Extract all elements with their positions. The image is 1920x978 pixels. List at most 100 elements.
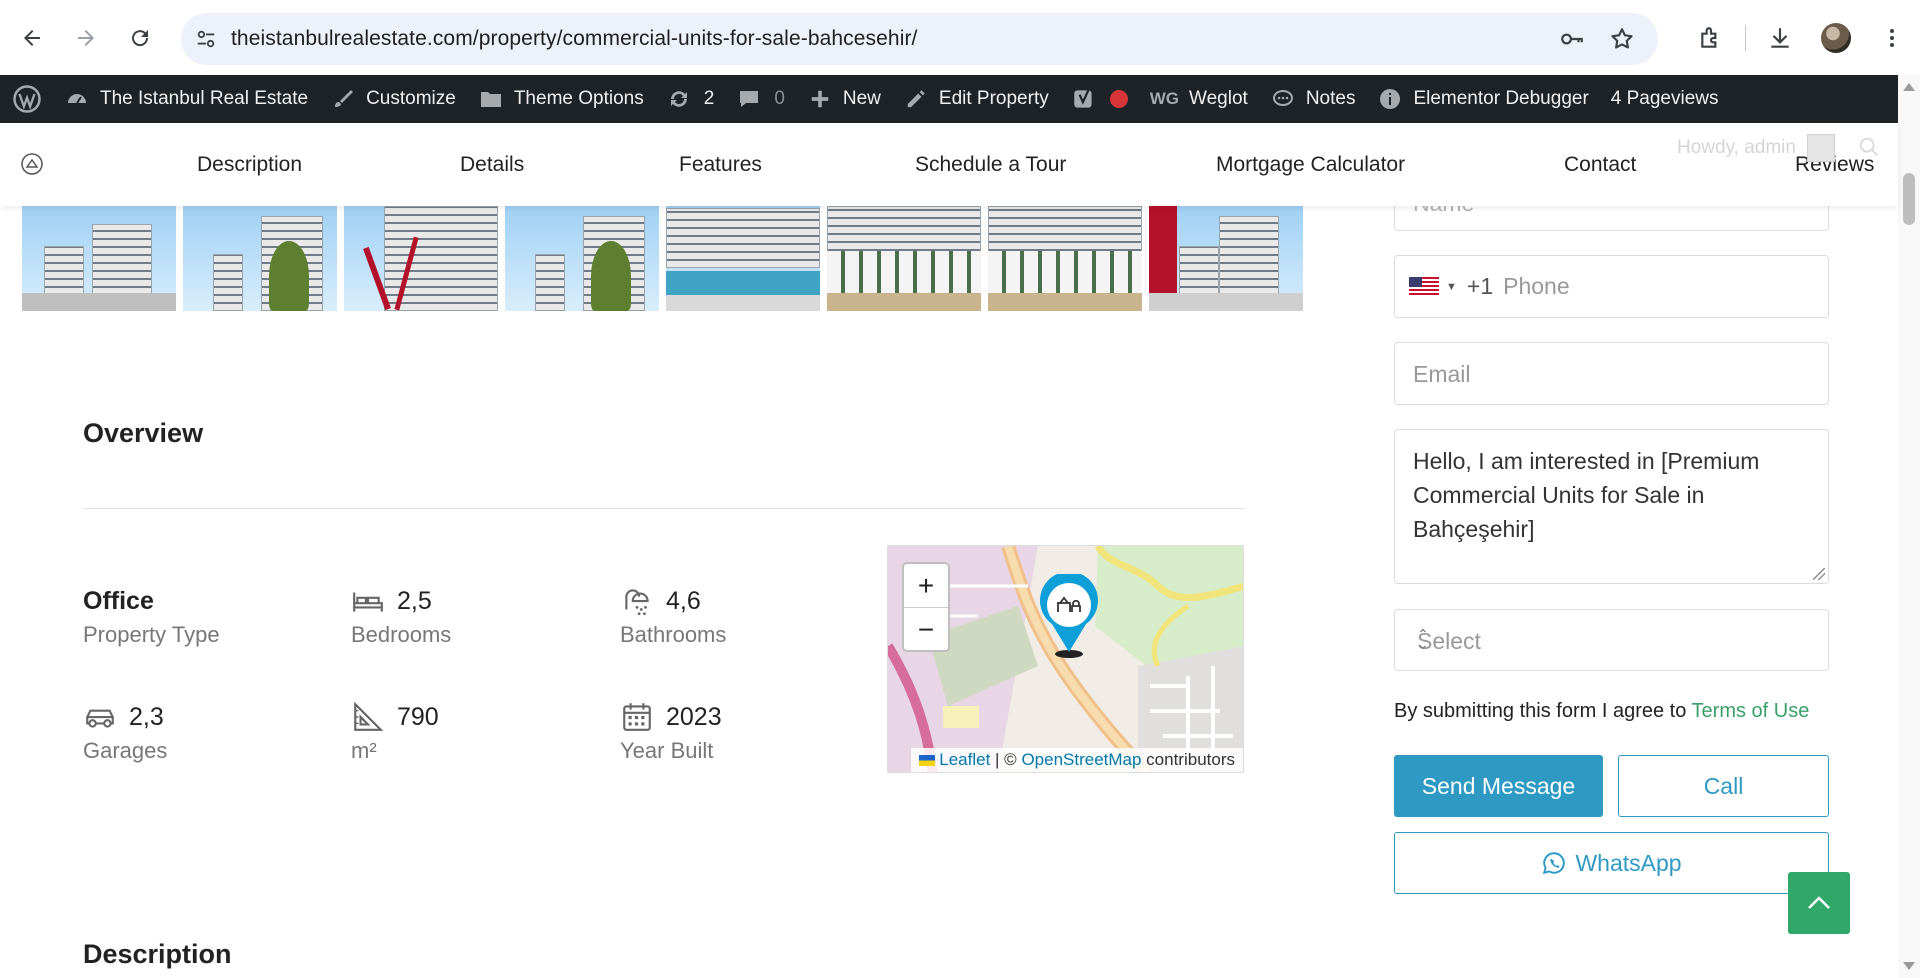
updates-link[interactable]: 2 bbox=[655, 75, 726, 123]
property-map[interactable]: + − Leaflet | © OpenStreetMap contributo… bbox=[887, 545, 1244, 773]
nav-mortgage-calculator[interactable]: Mortgage Calculator bbox=[1216, 153, 1405, 177]
chat-bubble-icon bbox=[1270, 86, 1296, 112]
area-value: 790 bbox=[397, 702, 439, 731]
customize-link[interactable]: Customize bbox=[319, 75, 467, 123]
comments-link[interactable]: 0 bbox=[725, 75, 796, 123]
photo-gallery bbox=[22, 206, 1303, 311]
terms-text: By submitting this form I agree to bbox=[1394, 700, 1692, 722]
elementor-debugger-label: Elementor Debugger bbox=[1413, 88, 1589, 109]
gallery-thumb[interactable] bbox=[827, 206, 981, 311]
pageviews-label: 4 Pageviews bbox=[1610, 88, 1719, 109]
bedrooms-value: 2,5 bbox=[397, 586, 432, 615]
updates-count: 2 bbox=[703, 88, 715, 109]
wp-admin-bar: The Istanbul Real Estate Customize Theme… bbox=[0, 75, 1920, 123]
profile-avatar[interactable] bbox=[1816, 18, 1856, 58]
whatsapp-label: WhatsApp bbox=[1575, 849, 1682, 876]
overview-heading: Overview bbox=[83, 418, 204, 448]
paintbrush-icon bbox=[330, 86, 356, 112]
forward-icon[interactable] bbox=[68, 20, 104, 56]
car-icon bbox=[86, 709, 114, 728]
nav-details[interactable]: Details bbox=[460, 153, 524, 177]
site-name-link[interactable]: The Istanbul Real Estate bbox=[53, 75, 319, 123]
seo-status-dot[interactable] bbox=[1108, 75, 1139, 123]
back-icon[interactable] bbox=[14, 20, 50, 56]
bookmark-star-icon[interactable] bbox=[1608, 25, 1636, 53]
message-textarea[interactable]: Hello, I am interested in [Premium Comme… bbox=[1394, 429, 1829, 584]
address-bar[interactable]: theistanbulrealestate.com/property/comme… bbox=[181, 13, 1658, 65]
email-field[interactable]: Email bbox=[1394, 342, 1829, 405]
menu-dots-icon[interactable] bbox=[1872, 18, 1912, 58]
wordpress-logo-icon[interactable] bbox=[0, 75, 53, 123]
country-caret-icon[interactable]: ▼ bbox=[1446, 281, 1457, 293]
terms-of-use-link[interactable]: Terms of Use bbox=[1692, 700, 1810, 722]
new-content-link[interactable]: New bbox=[796, 75, 892, 123]
scroll-down-arrow-icon[interactable] bbox=[1903, 962, 1915, 970]
pageviews-link[interactable]: 4 Pageviews bbox=[1600, 75, 1730, 123]
nav-description[interactable]: Description bbox=[197, 153, 302, 177]
comment-bubble-icon bbox=[736, 86, 762, 112]
scrollbar-thumb[interactable] bbox=[1903, 173, 1915, 225]
bathrooms-label: Bathrooms bbox=[620, 622, 727, 647]
page-scrollbar[interactable] bbox=[1898, 75, 1920, 978]
elementor-debugger-link[interactable]: Elementor Debugger bbox=[1366, 75, 1599, 123]
weglot-label: Weglot bbox=[1189, 88, 1248, 109]
phone-field[interactable]: ▼ +1 Phone bbox=[1394, 255, 1829, 318]
admin-avatar[interactable] bbox=[1807, 134, 1835, 162]
bathrooms-value: 4,6 bbox=[666, 586, 701, 615]
select-updown-icon: ⌃ ⌄ bbox=[1417, 626, 1429, 652]
us-flag-icon[interactable] bbox=[1409, 277, 1439, 296]
site-settings-icon[interactable] bbox=[181, 13, 231, 65]
yoast-seo-icon[interactable] bbox=[1060, 75, 1108, 123]
theme-options-label: Theme Options bbox=[513, 88, 644, 109]
phone-placeholder: Phone bbox=[1503, 273, 1570, 299]
property-type-value: Office bbox=[83, 586, 154, 615]
download-icon[interactable] bbox=[1760, 18, 1800, 58]
folder-icon bbox=[478, 86, 504, 112]
resize-grip-icon[interactable] bbox=[1813, 568, 1825, 580]
gallery-thumb[interactable] bbox=[1149, 206, 1303, 311]
extensions-icon[interactable] bbox=[1691, 18, 1731, 58]
search-icon[interactable] bbox=[1858, 136, 1880, 163]
password-key-icon[interactable] bbox=[1558, 25, 1586, 53]
call-button[interactable]: Call bbox=[1618, 755, 1829, 817]
inquiry-type-select[interactable]: Select ⌃ ⌄ bbox=[1394, 609, 1829, 671]
customize-label: Customize bbox=[366, 88, 456, 109]
email-placeholder: Email bbox=[1413, 361, 1471, 387]
scroll-up-arrow-icon[interactable] bbox=[1903, 83, 1915, 91]
zoom-in-button[interactable]: + bbox=[904, 564, 948, 608]
toolbar-divider bbox=[1745, 25, 1746, 51]
gallery-thumb[interactable] bbox=[22, 206, 176, 311]
feature-property-type: Office Property Type bbox=[83, 584, 220, 648]
notes-link[interactable]: Notes bbox=[1259, 75, 1367, 123]
gallery-thumb[interactable] bbox=[505, 206, 659, 311]
dashboard-gauge-icon bbox=[64, 86, 90, 112]
openstreetmap-link[interactable]: OpenStreetMap bbox=[1021, 750, 1141, 769]
attribution-separator: | © bbox=[990, 750, 1022, 769]
weglot-link[interactable]: WG Weglot bbox=[1139, 75, 1259, 123]
whatsapp-button[interactable]: WhatsApp bbox=[1394, 832, 1829, 894]
howdy-admin[interactable]: Howdy, admin bbox=[1677, 137, 1796, 159]
gallery-thumb[interactable] bbox=[666, 206, 820, 311]
property-type-label: Property Type bbox=[83, 622, 220, 647]
gallery-thumb[interactable] bbox=[344, 206, 498, 311]
send-message-button[interactable]: Send Message bbox=[1394, 755, 1603, 817]
pencil-icon bbox=[903, 86, 929, 112]
edit-property-link[interactable]: Edit Property bbox=[892, 75, 1060, 123]
area-unit-label: m² bbox=[351, 738, 377, 763]
zoom-out-button[interactable]: − bbox=[904, 608, 948, 652]
nav-features[interactable]: Features bbox=[679, 153, 762, 177]
description-heading: Description bbox=[83, 939, 232, 969]
home-icon[interactable] bbox=[20, 152, 44, 176]
back-to-top-button[interactable] bbox=[1788, 872, 1850, 934]
gallery-thumb[interactable] bbox=[183, 206, 337, 311]
garages-label: Garages bbox=[83, 738, 168, 763]
reload-icon[interactable] bbox=[122, 20, 158, 56]
nav-contact[interactable]: Contact bbox=[1564, 153, 1636, 177]
url-text[interactable]: theistanbulrealestate.com/property/comme… bbox=[231, 27, 918, 51]
leaflet-link[interactable]: Leaflet bbox=[939, 750, 990, 769]
property-map-pin-icon[interactable] bbox=[1038, 574, 1100, 658]
theme-options-link[interactable]: Theme Options bbox=[467, 75, 655, 123]
gallery-thumb[interactable] bbox=[988, 206, 1142, 311]
nav-schedule-tour[interactable]: Schedule a Tour bbox=[915, 153, 1066, 177]
message-text: Hello, I am interested in [Premium Comme… bbox=[1413, 448, 1760, 542]
